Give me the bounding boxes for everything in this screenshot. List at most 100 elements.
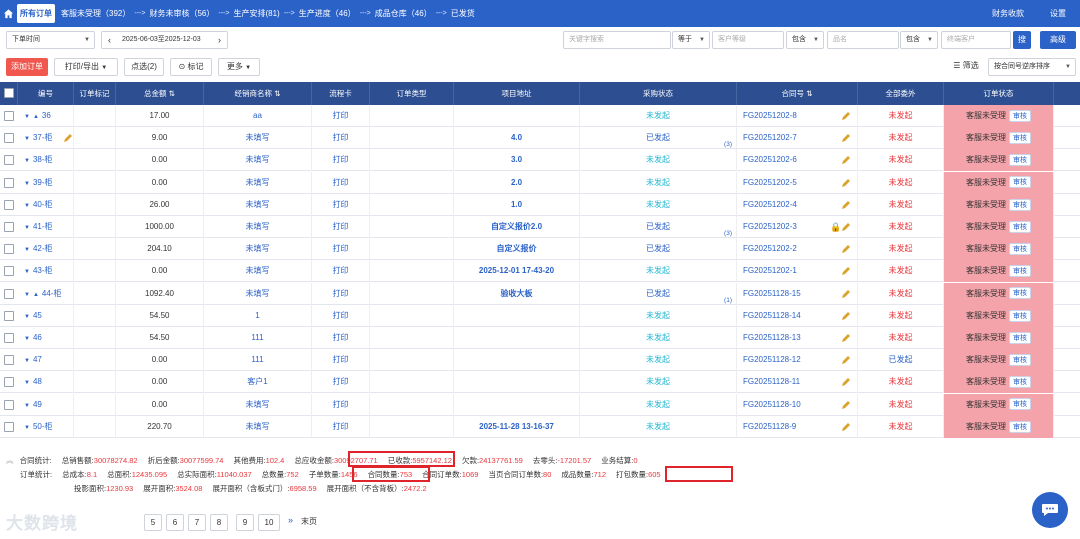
print-link[interactable]: 打印 [312, 149, 370, 172]
cell-purchase-status[interactable]: 未发起 [580, 371, 737, 394]
audit-button[interactable]: 审核 [1009, 198, 1031, 211]
cell-purchase-status[interactable]: 已发起 (3) [580, 127, 737, 150]
mark-button[interactable]: ⊙ 标记 [170, 58, 212, 76]
contract-link[interactable]: FG20251202-4 [743, 200, 797, 209]
nav-tab-finance-pending[interactable]: 财务未审核（56） [149, 8, 214, 19]
col-order-status[interactable]: 订单状态 [944, 82, 1054, 105]
order-number[interactable]: 38-柜 [33, 155, 53, 164]
end-customer-input[interactable]: 终端客户 [941, 31, 1011, 49]
contract-link[interactable]: FG20251202-5 [743, 178, 797, 187]
audit-button[interactable]: 审核 [1009, 265, 1031, 278]
row-checkbox[interactable] [4, 310, 14, 321]
cell-dealer[interactable]: 未填写 [204, 238, 312, 261]
audit-button[interactable]: 审核 [1009, 309, 1031, 322]
cell-purchase-status[interactable]: 未发起 [580, 349, 737, 372]
cell-purchase-status[interactable]: 未发起 [580, 327, 737, 349]
cell-purchase-status[interactable]: 未发起 [580, 149, 737, 172]
cell-order-mark[interactable] [64, 127, 116, 150]
order-number[interactable]: 42-柜 [33, 244, 53, 253]
audit-button[interactable]: 审核 [1009, 376, 1031, 389]
page-button[interactable]: 10 [258, 514, 280, 531]
page-button[interactable]: 7 [188, 514, 206, 531]
print-link[interactable]: 打印 [312, 415, 370, 438]
row-checkbox[interactable] [4, 244, 14, 255]
contract-link[interactable]: FG20251128-11 [743, 377, 800, 386]
audit-button[interactable]: 审核 [1009, 331, 1031, 344]
filter-button[interactable]: ☰ 筛选 [948, 58, 984, 76]
cell-order-mark[interactable] [74, 105, 116, 127]
cell-address[interactable]: 4.0 [454, 127, 580, 150]
contract-link[interactable]: FG20251202-8 [743, 111, 797, 120]
cell-purchase-status[interactable]: 未发起 [580, 304, 737, 327]
selected-count-button[interactable]: 点选(2) [124, 58, 164, 76]
audit-button[interactable]: 审核 [1009, 154, 1031, 167]
row-checkbox[interactable] [4, 421, 14, 432]
cell-address[interactable]: 1.0 [454, 193, 580, 216]
print-link[interactable]: 打印 [312, 260, 370, 283]
table-row[interactable]: ▼ ▲ 36 17.00 aa 打印 未发起 FG20251202-8 未发起 客服未受理 审核 [0, 105, 1080, 127]
table-row[interactable]: ▼ 41-柜 1000.00 未填写 打印 自定义报价2.0 已发起 (3) FG2025120… [0, 216, 1080, 238]
order-number[interactable]: 41-柜 [33, 222, 53, 231]
expand-up-icon[interactable]: ▲ [33, 114, 39, 120]
nav-tab-shipped[interactable]: 已发货 [451, 8, 475, 19]
cell-address[interactable]: 2025-11-28 13-16-37 [454, 415, 580, 438]
date-range-picker[interactable]: ‹ 2025-06-03至2025-12-03 › [101, 31, 228, 49]
add-order-button[interactable]: 添加订单 [6, 58, 48, 76]
cell-dealer[interactable]: 1 [204, 304, 312, 327]
col-project-address[interactable]: 项目地址 [454, 82, 580, 105]
cell-dealer[interactable]: 未填写 [204, 282, 312, 305]
order-number[interactable]: 36 [42, 111, 51, 120]
cell-dealer[interactable]: 111 [204, 349, 312, 372]
row-checkbox[interactable] [4, 355, 14, 366]
cell-address[interactable]: 2025-12-01 17-43-20 [454, 260, 580, 283]
cell-address[interactable] [454, 393, 580, 416]
advanced-search-button[interactable]: 高级 [1040, 31, 1076, 49]
order-number[interactable]: 40-柜 [33, 200, 53, 209]
cell-dealer[interactable]: 未填写 [204, 149, 312, 172]
cell-dealer[interactable]: aa [204, 105, 312, 127]
cell-order-mark[interactable] [74, 327, 116, 349]
table-row[interactable]: ▼ 40-柜 26.00 未填写 打印 1.0 未发起 FG20251202-4 未发起 客服未受… [0, 193, 1080, 216]
table-row[interactable]: ▼ 48 0.00 客户1 打印 未发起 FG20251128-11 未发起 客服未受理 审核 [0, 371, 1080, 394]
sort-icon[interactable]: ⇅ [806, 89, 812, 98]
cell-address[interactable] [454, 327, 580, 349]
cell-order-mark[interactable] [74, 349, 116, 372]
cell-dealer[interactable]: 未填写 [204, 193, 312, 216]
expand-caret-icon[interactable]: ▼ [24, 136, 30, 142]
cell-address[interactable]: 验收大板 [454, 282, 580, 305]
col-number[interactable]: 编号 [18, 82, 74, 105]
contract-link[interactable]: FG20251202-6 [743, 155, 797, 164]
print-link[interactable]: 打印 [312, 238, 370, 261]
select-all-checkbox[interactable] [4, 88, 14, 98]
row-checkbox[interactable] [4, 399, 14, 410]
print-link[interactable]: 打印 [312, 193, 370, 216]
table-row[interactable]: ▼ 38-柜 0.00 未填写 打印 3.0 未发起 FG20251202-6 未发起 客服未受理… [0, 149, 1080, 172]
cell-address[interactable]: 自定义报价2.0 [454, 216, 580, 238]
cell-dealer[interactable]: 未填写 [204, 216, 312, 238]
expand-caret-icon[interactable]: ▼ [24, 403, 30, 409]
row-checkbox[interactable] [4, 333, 14, 343]
table-row[interactable]: ▼ ▲ 44-柜 1092.40 未填写 打印 验收大板 已发起 (1) FG20251128-1… [0, 282, 1080, 305]
product-name-input[interactable]: 品名 [827, 31, 899, 49]
cell-dealer[interactable]: 未填写 [204, 415, 312, 438]
cell-order-mark[interactable] [74, 193, 116, 216]
operator-select-1[interactable]: 等于 ▼ [672, 31, 710, 49]
cell-order-mark[interactable] [74, 216, 116, 238]
cell-order-mark[interactable] [74, 371, 116, 394]
col-total-amount[interactable]: 总金额 ⇅ [116, 82, 204, 105]
row-checkbox[interactable] [4, 177, 14, 188]
order-number[interactable]: 48 [33, 377, 42, 386]
print-link[interactable]: 打印 [312, 105, 370, 127]
cell-order-mark[interactable] [74, 415, 116, 438]
cell-purchase-status[interactable]: 未发起 [580, 260, 737, 283]
audit-button[interactable]: 审核 [1009, 109, 1031, 122]
order-number[interactable]: 47 [33, 355, 42, 364]
contract-link[interactable]: FG20251202-7 [743, 133, 797, 142]
order-number[interactable]: 37-柜 [33, 133, 53, 142]
cell-purchase-status[interactable]: 已发起 (1) [580, 282, 737, 305]
cell-address[interactable] [454, 349, 580, 372]
page-button[interactable]: 8 [210, 514, 228, 531]
time-type-select[interactable]: 下单时间 ▼ [6, 31, 95, 49]
audit-button[interactable]: 审核 [1009, 176, 1031, 189]
audit-button[interactable]: 审核 [1009, 398, 1031, 411]
